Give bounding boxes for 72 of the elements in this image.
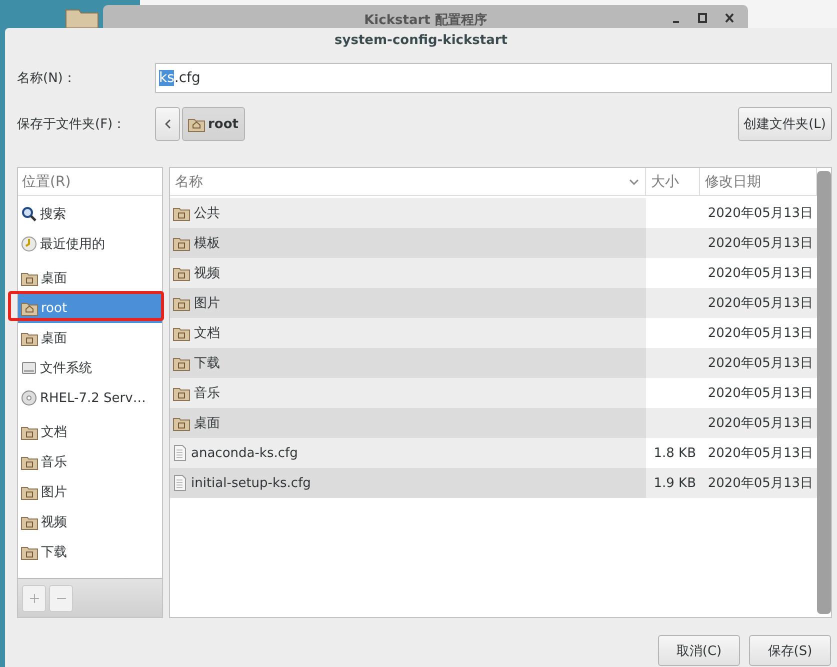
maximize-icon[interactable] bbox=[698, 13, 707, 23]
file-icon bbox=[173, 475, 187, 491]
drive-icon bbox=[21, 360, 37, 376]
chevron-left-icon bbox=[164, 119, 170, 129]
file-name-cell[interactable]: 下载 bbox=[170, 348, 646, 378]
scrollbar-thumb[interactable] bbox=[817, 171, 831, 614]
dialog-title: system-config-kickstart bbox=[334, 32, 508, 48]
clock-icon bbox=[21, 236, 37, 252]
file-name-cell[interactable]: 桌面 bbox=[170, 408, 646, 438]
places-header: 位置(R) bbox=[18, 168, 162, 196]
folder-icon bbox=[173, 416, 190, 430]
folder-icon bbox=[21, 330, 38, 346]
folder-icon bbox=[173, 326, 190, 340]
sidebar-item[interactable]: 文档 bbox=[18, 417, 162, 447]
sidebar-item[interactable]: 桌面 bbox=[18, 263, 162, 293]
cancel-button[interactable]: 取消(C) bbox=[658, 635, 740, 666]
file-name-cell[interactable]: 图片 bbox=[170, 288, 646, 318]
folder-icon bbox=[21, 270, 38, 286]
folder-icon bbox=[173, 296, 190, 310]
folder-icon bbox=[21, 544, 38, 560]
sidebar-item[interactable]: 下载 bbox=[18, 537, 162, 567]
search-icon bbox=[21, 206, 37, 222]
folder-icon bbox=[173, 206, 190, 220]
date-cell: 2020年05月13日 bbox=[700, 348, 817, 378]
folder-label: 保存于文件夹(F)： bbox=[17, 116, 127, 133]
back-button[interactable] bbox=[155, 107, 180, 141]
add-button[interactable] bbox=[22, 584, 46, 612]
sidebar-item[interactable]: RHEL-7.2 Serv… bbox=[18, 383, 162, 413]
date-cell: 2020年05月13日 bbox=[700, 408, 817, 438]
remove-button[interactable] bbox=[49, 584, 73, 612]
home-folder-icon bbox=[188, 116, 205, 132]
column-header[interactable]: 大小 bbox=[646, 168, 700, 196]
date-cell: 2020年05月13日 bbox=[700, 468, 817, 498]
file-name-cell[interactable]: 音乐 bbox=[170, 378, 646, 408]
file-icon bbox=[173, 445, 187, 461]
window-title: Kickstart 配置程序 bbox=[364, 12, 487, 29]
file-name-cell[interactable]: anaconda-ks.cfg bbox=[170, 438, 646, 468]
plus-icon bbox=[30, 594, 38, 602]
folder-icon bbox=[173, 236, 190, 250]
file-name-cell[interactable]: 文档 bbox=[170, 318, 646, 348]
folder-icon bbox=[21, 424, 38, 440]
column-header[interactable]: 名称 bbox=[170, 168, 646, 196]
name-label: 名称(N)： bbox=[17, 70, 77, 87]
close-icon[interactable] bbox=[725, 13, 734, 23]
save-button[interactable]: 保存(S) bbox=[749, 635, 831, 666]
folder-icon bbox=[21, 454, 38, 470]
sidebar-item[interactable]: 最近使用的 bbox=[18, 229, 162, 259]
folder-icon bbox=[21, 514, 38, 530]
file-name-cell[interactable]: 模板 bbox=[170, 228, 646, 258]
sidebar-item[interactable]: 图片 bbox=[18, 477, 162, 507]
date-cell: 2020年05月13日 bbox=[700, 288, 817, 318]
minus-icon bbox=[56, 596, 66, 600]
folder-icon bbox=[21, 484, 38, 500]
name-field[interactable]: ks.cfg bbox=[155, 63, 832, 93]
sidebar-item[interactable]: 桌面 bbox=[18, 323, 162, 353]
sidebar-item[interactable]: 文件系统 bbox=[18, 353, 162, 383]
sidebar-item[interactable]: 搜索 bbox=[18, 199, 162, 229]
sidebar-item[interactable]: 视频 bbox=[18, 507, 162, 537]
column-header[interactable]: 修改日期 bbox=[700, 168, 817, 196]
home-folder-icon bbox=[21, 300, 38, 316]
folder-icon bbox=[173, 266, 190, 280]
folder-icon bbox=[173, 356, 190, 370]
create-folder-button[interactable]: 创建文件夹(L) bbox=[738, 107, 832, 141]
disc-icon bbox=[21, 390, 37, 406]
file-name-cell[interactable]: 公共 bbox=[170, 198, 646, 228]
path-button[interactable]: root bbox=[182, 107, 244, 141]
size-cell: 1.9 KB bbox=[646, 468, 700, 498]
file-name-cell[interactable]: initial-setup-ks.cfg bbox=[170, 468, 646, 498]
sidebar-item[interactable]: 音乐 bbox=[18, 447, 162, 477]
date-cell: 2020年05月13日 bbox=[700, 228, 817, 258]
file-name-cell[interactable]: 视频 bbox=[170, 258, 646, 288]
folder-icon bbox=[173, 386, 190, 400]
